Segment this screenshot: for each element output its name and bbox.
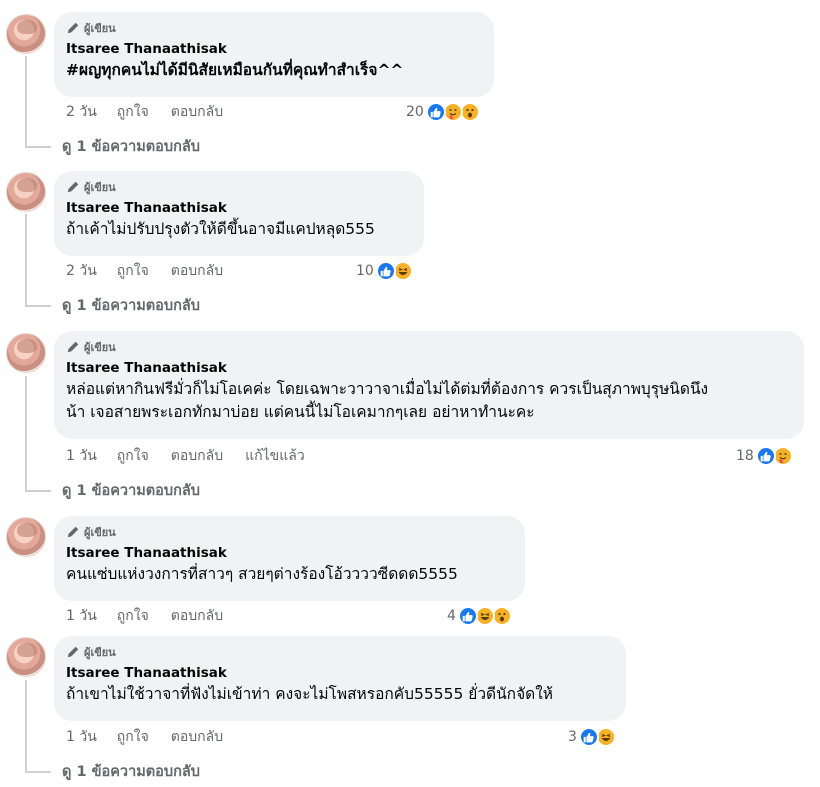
- comment-bubble: ผู้เขียน Itsaree Thanaathisak ถ้าเขาไม่ใ…: [54, 636, 626, 721]
- reaction-summary[interactable]: 4: [447, 605, 512, 627]
- reply-thread-line: [25, 214, 27, 305]
- author-avatar[interactable]: [6, 333, 46, 373]
- comment-author-name[interactable]: Itsaree Thanaathisak: [66, 360, 792, 377]
- like-action[interactable]: ถูกใจ: [117, 260, 149, 282]
- author-avatar[interactable]: [6, 517, 46, 557]
- edited-label[interactable]: แก้ไขแล้ว: [245, 445, 305, 467]
- comment-text: คนแซ่บแห่งวงการที่สาวๆ สวยๆต่างร้องโอ้วว…: [66, 565, 458, 583]
- author-avatar[interactable]: [6, 172, 46, 212]
- view-replies-link[interactable]: ดู 1 ข้อความตอบกลับ: [62, 762, 200, 782]
- comment-bubble: ผู้เขียน Itsaree Thanaathisak ถ้าเค้าไม่…: [54, 171, 424, 256]
- view-replies-link[interactable]: ดู 1 ข้อความตอบกลับ: [62, 481, 200, 501]
- reaction-count: 3: [568, 729, 577, 745]
- author-avatar[interactable]: [6, 14, 46, 54]
- pencil-icon: [67, 341, 79, 353]
- reaction-summary[interactable]: 20: [406, 101, 480, 123]
- reaction-summary[interactable]: 10: [356, 260, 413, 282]
- comment-author-name[interactable]: Itsaree Thanaathisak: [66, 41, 482, 58]
- reply-action[interactable]: ตอบกลับ: [171, 605, 223, 627]
- wow-icon: [459, 102, 480, 122]
- like-action[interactable]: ถูกใจ: [117, 726, 149, 748]
- author-badge: ผู้เขียน: [66, 179, 412, 195]
- reply-thread-elbow: [25, 771, 51, 773]
- comment-time[interactable]: 1 วัน: [66, 726, 97, 748]
- reply-action[interactable]: ตอบกลับ: [171, 101, 223, 123]
- comment-text: ถ้าเค้าไม่ปรับปรุงตัวให้ดีขึ้นอาจมีแคปหล…: [66, 220, 375, 238]
- reply-thread-elbow: [25, 490, 51, 492]
- author-avatar[interactable]: [6, 637, 46, 677]
- comment-bubble: ผู้เขียน Itsaree Thanaathisak หล่อแต่หาก…: [54, 331, 804, 439]
- author-badge-label: ผู้เขียน: [84, 526, 116, 539]
- reply-thread-line: [25, 56, 27, 146]
- comment-time[interactable]: 2 วัน: [66, 260, 97, 282]
- comment-actions: 1 วัน ถูกใจ ตอบกลับ: [66, 727, 245, 747]
- like-icon: [457, 606, 478, 626]
- view-replies-link[interactable]: ดู 1 ข้อความตอบกลับ: [62, 137, 200, 157]
- comment-time[interactable]: 2 วัน: [66, 101, 97, 123]
- like-action[interactable]: ถูกใจ: [117, 445, 149, 467]
- reaction-count: 10: [356, 263, 374, 279]
- reaction-summary[interactable]: 3: [568, 726, 616, 748]
- haha-icon: [474, 606, 495, 626]
- comment-actions: 1 วัน ถูกใจ ตอบกลับ แก้ไขแล้ว: [66, 446, 327, 466]
- author-badge-label: ผู้เขียน: [84, 22, 116, 35]
- care-icon: [442, 102, 463, 122]
- comment-bubble: ผู้เขียน Itsaree Thanaathisak คนแซ่บแห่ง…: [54, 516, 525, 601]
- wow-icon: [491, 606, 512, 626]
- author-badge-label: ผู้เขียน: [84, 646, 116, 659]
- like-icon: [755, 446, 776, 466]
- reply-action[interactable]: ตอบกลับ: [171, 445, 223, 467]
- reply-action[interactable]: ตอบกลับ: [171, 260, 223, 282]
- comment-text-line-1: หล่อแต่หากินฟรีมั่วก็ไม่โอเคค่ะ โดยเฉพาะ…: [66, 380, 709, 398]
- pencil-icon: [67, 22, 79, 34]
- comment-author-name[interactable]: Itsaree Thanaathisak: [66, 665, 614, 682]
- comment-time[interactable]: 1 วัน: [66, 605, 97, 627]
- reaction-count: 4: [447, 608, 456, 624]
- comment-text: ถ้าเขาไม่ใช้วาจาที่ฟังไม่เข้าท่า คงจะไม่…: [66, 685, 554, 703]
- pencil-icon: [67, 646, 79, 658]
- author-badge: ผู้เขียน: [66, 644, 614, 660]
- comment-actions: 1 วัน ถูกใจ ตอบกลับ: [66, 606, 245, 626]
- comment-text: #ผญทุกคนไม่ได้มีนิสัยเหมือนกันที่คุณทำสำ…: [66, 61, 404, 79]
- author-badge-label: ผู้เขียน: [84, 181, 116, 194]
- reaction-count: 18: [736, 448, 754, 464]
- comment-bubble: ผู้เขียน Itsaree Thanaathisak #ผญทุกคนไม…: [54, 12, 494, 97]
- like-action[interactable]: ถูกใจ: [117, 101, 149, 123]
- reply-thread-line: [25, 376, 27, 490]
- comment-author-name[interactable]: Itsaree Thanaathisak: [66, 545, 513, 562]
- care-icon: [772, 446, 793, 466]
- reply-thread-elbow: [25, 146, 51, 148]
- haha-icon: [392, 261, 413, 281]
- like-icon: [578, 727, 599, 747]
- comment-actions: 2 วัน ถูกใจ ตอบกลับ: [66, 102, 245, 122]
- author-badge: ผู้เขียน: [66, 524, 513, 540]
- comment-actions: 2 วัน ถูกใจ ตอบกลับ: [66, 261, 245, 281]
- haha-icon: [595, 727, 616, 747]
- author-badge-label: ผู้เขียน: [84, 341, 116, 354]
- like-icon: [375, 261, 396, 281]
- comment-text-line-2: น้า เจอสายพระเอกทักมาบ่อย แต่คนนี้ไม่โอเ…: [66, 403, 535, 421]
- reply-action[interactable]: ตอบกลับ: [171, 726, 223, 748]
- reaction-count: 20: [406, 104, 424, 120]
- view-replies-link[interactable]: ดู 1 ข้อความตอบกลับ: [62, 296, 200, 316]
- like-action[interactable]: ถูกใจ: [117, 605, 149, 627]
- comment-time[interactable]: 1 วัน: [66, 445, 97, 467]
- pencil-icon: [67, 181, 79, 193]
- author-badge: ผู้เขียน: [66, 339, 792, 355]
- like-icon: [425, 102, 446, 122]
- pencil-icon: [67, 526, 79, 538]
- author-badge: ผู้เขียน: [66, 20, 482, 36]
- comment-author-name[interactable]: Itsaree Thanaathisak: [66, 200, 412, 217]
- reply-thread-line: [25, 680, 27, 771]
- reply-thread-elbow: [25, 305, 51, 307]
- reaction-summary[interactable]: 18: [736, 445, 793, 467]
